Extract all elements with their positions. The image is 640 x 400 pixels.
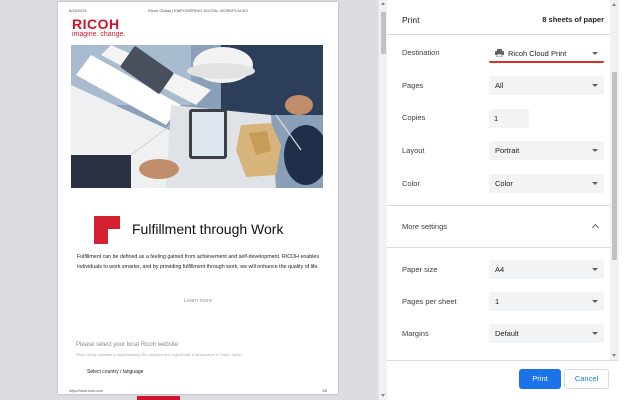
chevron-down-icon: [592, 182, 598, 185]
hero-image: [71, 45, 323, 188]
chevron-down-icon: [592, 52, 598, 55]
cancel-button[interactable]: Cancel: [564, 369, 609, 389]
print-preview-pane: 8/16/2021 Ricoh Global | EMPOWERING DIGI…: [0, 0, 378, 400]
chevron-down-icon: [592, 84, 598, 87]
divider: [387, 247, 610, 248]
chevron-down-icon: [592, 268, 598, 271]
learn-more-link: Learn more: [183, 298, 213, 304]
margins-select[interactable]: Default: [489, 324, 604, 343]
chevron-up-icon: [591, 223, 600, 232]
ricoh-logo: RICOH: [72, 16, 120, 32]
preview-page: 8/16/2021 Ricoh Global | EMPOWERING DIGI…: [58, 2, 338, 394]
page-header-title: Ricoh Global | EMPOWERING DIGITAL WORKPL…: [148, 8, 248, 13]
chevron-down-icon: [592, 149, 598, 152]
color-value: Color: [495, 179, 513, 188]
headline: Fulfillment through Work: [132, 221, 284, 237]
layout-select[interactable]: Portrait: [489, 141, 604, 160]
margins-label: Margins: [402, 329, 429, 338]
paper-size-label: Paper size: [402, 265, 438, 274]
preview-scroll-thumb[interactable]: [381, 12, 386, 54]
scroll-up-arrow-icon[interactable]: [381, 2, 385, 5]
copies-input[interactable]: 1: [489, 109, 529, 128]
chevron-down-icon: [592, 300, 598, 303]
color-select[interactable]: Color: [489, 174, 604, 193]
next-page-edge: [137, 396, 180, 400]
color-label: Color: [402, 179, 420, 188]
divider: [387, 34, 610, 35]
layout-label: Layout: [402, 146, 425, 155]
settings-scroll-thumb[interactable]: [612, 72, 617, 260]
print-button[interactable]: Print: [519, 369, 561, 389]
select-site-title: Please select your local Ricoh website: [76, 342, 179, 348]
scroll-down-arrow-icon[interactable]: [381, 394, 385, 397]
paper-size-value: A4: [495, 265, 505, 274]
paper-size-select[interactable]: A4: [489, 260, 604, 279]
pages-select[interactable]: All: [489, 76, 604, 95]
ricoh-tagline: imagine. change.: [72, 31, 126, 38]
settings-scrollbar[interactable]: [610, 0, 619, 360]
print-settings-panel: Print 8 sheets of paper Destination Rico…: [387, 0, 610, 400]
pages-value: All: [495, 81, 504, 90]
pages-per-sheet-value: 1: [495, 297, 500, 306]
page-footer-number: 1/6: [322, 389, 327, 393]
window-edge: [619, 0, 640, 400]
printer-icon: [495, 49, 504, 57]
divider: [387, 205, 610, 206]
dialog-footer: Print Cancel: [387, 360, 619, 400]
preview-scrollbar[interactable]: [378, 0, 387, 400]
page-footer-url: https://www.ricoh.com: [69, 389, 104, 393]
dialog-title: Print: [402, 15, 420, 25]
body-text: Fulfillment can be defined as a feeling …: [76, 254, 320, 270]
pages-per-sheet-label: Pages per sheet: [402, 297, 457, 306]
more-settings-toggle[interactable]: More settings: [387, 211, 610, 241]
pages-per-sheet-select[interactable]: 1: [489, 292, 604, 311]
layout-value: Portrait: [495, 146, 520, 155]
copies-value: 1: [494, 114, 499, 123]
print-dialog: 8/16/2021 Ricoh Global | EMPOWERING DIGI…: [0, 0, 640, 400]
destination-label: Destination: [402, 48, 440, 57]
more-settings-label: More settings: [402, 222, 448, 231]
select-country-label: Select country / language: [87, 369, 144, 375]
copies-label: Copies: [402, 113, 426, 122]
sheet-count: 8 sheets of paper: [542, 15, 604, 24]
scroll-down-arrow-icon[interactable]: [612, 354, 616, 357]
destination-select[interactable]: Ricoh Cloud Print: [489, 44, 604, 63]
destination-value: Ricoh Cloud Print: [508, 49, 567, 58]
chevron-down-icon: [592, 332, 598, 335]
pages-label: Pages: [402, 81, 424, 90]
select-site-subtitle: Ricoh Group operates in approximately 20…: [76, 353, 243, 357]
scroll-up-arrow-icon[interactable]: [612, 3, 616, 6]
margins-value: Default: [495, 329, 519, 338]
red-square-icon: [94, 216, 120, 244]
